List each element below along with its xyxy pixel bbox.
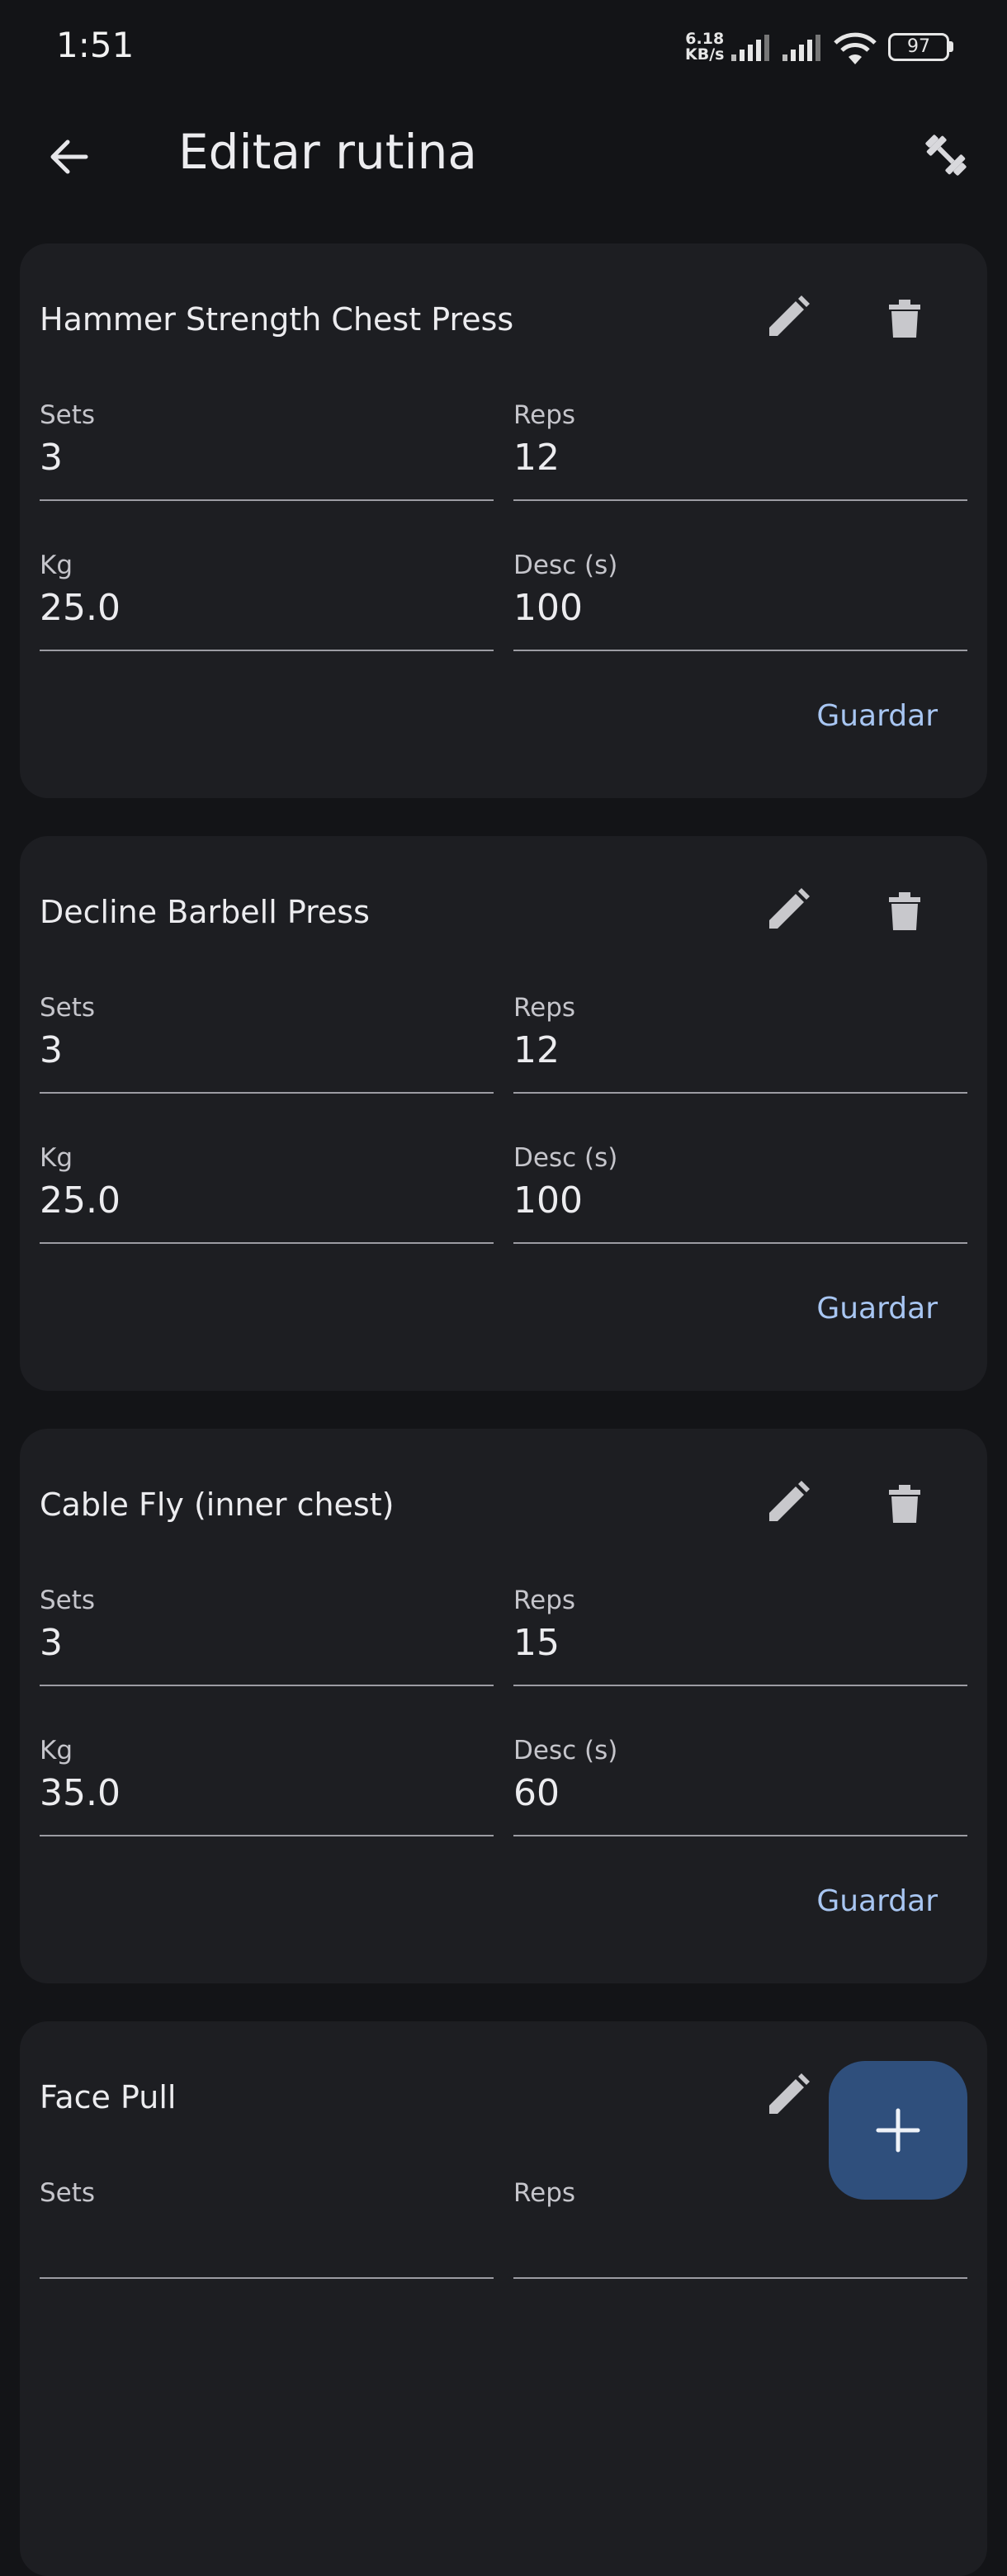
trash-icon[interactable] xyxy=(880,1478,929,1528)
reps-field[interactable]: Reps 12 xyxy=(513,993,967,1094)
plus-icon xyxy=(876,2108,920,2153)
reps-label: Reps xyxy=(513,1586,576,1615)
exercise-card: Cable Fly (inner chest) Sets 3 Reps 15 K… xyxy=(20,1429,987,1983)
exercise-name: Decline Barbell Press xyxy=(40,894,370,930)
net-speed-unit: KB/s xyxy=(685,45,725,64)
cell-signal-icon xyxy=(731,35,769,61)
rest-label: Desc (s) xyxy=(513,1143,618,1173)
exercise-name: Face Pull xyxy=(40,2079,177,2115)
app-bar: Editar rutina xyxy=(0,99,1007,206)
reps-value[interactable]: 12 xyxy=(513,1029,560,1071)
cell-signal-icon xyxy=(782,35,820,61)
rest-value[interactable]: 100 xyxy=(513,1179,583,1222)
sets-field[interactable]: Sets 3 xyxy=(40,400,494,501)
sets-label: Sets xyxy=(40,993,96,1023)
trash-icon[interactable] xyxy=(880,293,929,343)
reps-label: Reps xyxy=(513,993,576,1023)
wifi-icon xyxy=(834,32,877,64)
save-button[interactable]: Guardar xyxy=(816,699,938,733)
kg-value[interactable]: 25.0 xyxy=(40,587,121,629)
pencil-icon[interactable] xyxy=(763,886,812,935)
kg-label: Kg xyxy=(40,1736,73,1765)
rest-value[interactable]: 60 xyxy=(513,1772,560,1814)
sets-label: Sets xyxy=(40,2178,96,2208)
rest-field[interactable]: Desc (s) 60 xyxy=(513,1736,967,1836)
reps-value[interactable]: 15 xyxy=(513,1622,560,1664)
kg-field[interactable]: Kg 35.0 xyxy=(40,1736,494,1836)
sets-field[interactable]: Sets xyxy=(40,2178,494,2279)
arrow-left-icon[interactable] xyxy=(43,130,96,183)
rest-label: Desc (s) xyxy=(513,1736,618,1765)
status-time: 1:51 xyxy=(56,25,135,65)
status-bar: 1:51 6.18 KB/s 97 xyxy=(0,0,1007,99)
battery-icon: 97 xyxy=(888,33,954,61)
kg-field[interactable]: Kg 25.0 xyxy=(40,1143,494,1244)
sets-label: Sets xyxy=(40,1586,96,1615)
exercise-card: Decline Barbell Press Sets 3 Reps 12 Kg … xyxy=(20,836,987,1391)
kg-field[interactable]: Kg 25.0 xyxy=(40,551,494,651)
exercise-name: Hammer Strength Chest Press xyxy=(40,301,514,338)
pencil-icon[interactable] xyxy=(763,1478,812,1528)
page-title: Editar rutina xyxy=(178,124,477,180)
kg-label: Kg xyxy=(40,551,73,580)
reps-field[interactable]: Reps 15 xyxy=(513,1586,967,1686)
pencil-icon[interactable] xyxy=(763,293,812,343)
sets-field[interactable]: Sets 3 xyxy=(40,993,494,1094)
rest-label: Desc (s) xyxy=(513,551,618,580)
sets-label: Sets xyxy=(40,400,96,430)
kg-value[interactable]: 25.0 xyxy=(40,1179,121,1222)
pencil-icon[interactable] xyxy=(763,2071,812,2120)
sets-value[interactable]: 3 xyxy=(40,1622,63,1664)
exercise-card: Hammer Strength Chest Press Sets 3 Reps … xyxy=(20,243,987,798)
trash-icon[interactable] xyxy=(880,886,929,935)
kg-label: Kg xyxy=(40,1143,73,1173)
reps-field[interactable]: Reps 12 xyxy=(513,400,967,501)
reps-label: Reps xyxy=(513,400,576,430)
rest-field[interactable]: Desc (s) 100 xyxy=(513,1143,967,1244)
battery-level: 97 xyxy=(907,36,930,57)
net-speed: 6.18 KB/s xyxy=(685,31,724,63)
rest-value[interactable]: 100 xyxy=(513,587,583,629)
rest-field[interactable]: Desc (s) 100 xyxy=(513,551,967,651)
save-button[interactable]: Guardar xyxy=(816,1292,938,1326)
add-exercise-button[interactable] xyxy=(829,2061,967,2200)
save-button[interactable]: Guardar xyxy=(816,1884,938,1918)
exercise-name: Cable Fly (inner chest) xyxy=(40,1487,395,1523)
reps-label: Reps xyxy=(513,2178,576,2208)
dumbbell-icon[interactable] xyxy=(916,125,976,185)
sets-value[interactable]: 3 xyxy=(40,437,63,479)
reps-value[interactable]: 12 xyxy=(513,437,560,479)
sets-field[interactable]: Sets 3 xyxy=(40,1586,494,1686)
kg-value[interactable]: 35.0 xyxy=(40,1772,121,1814)
sets-value[interactable]: 3 xyxy=(40,1029,63,1071)
